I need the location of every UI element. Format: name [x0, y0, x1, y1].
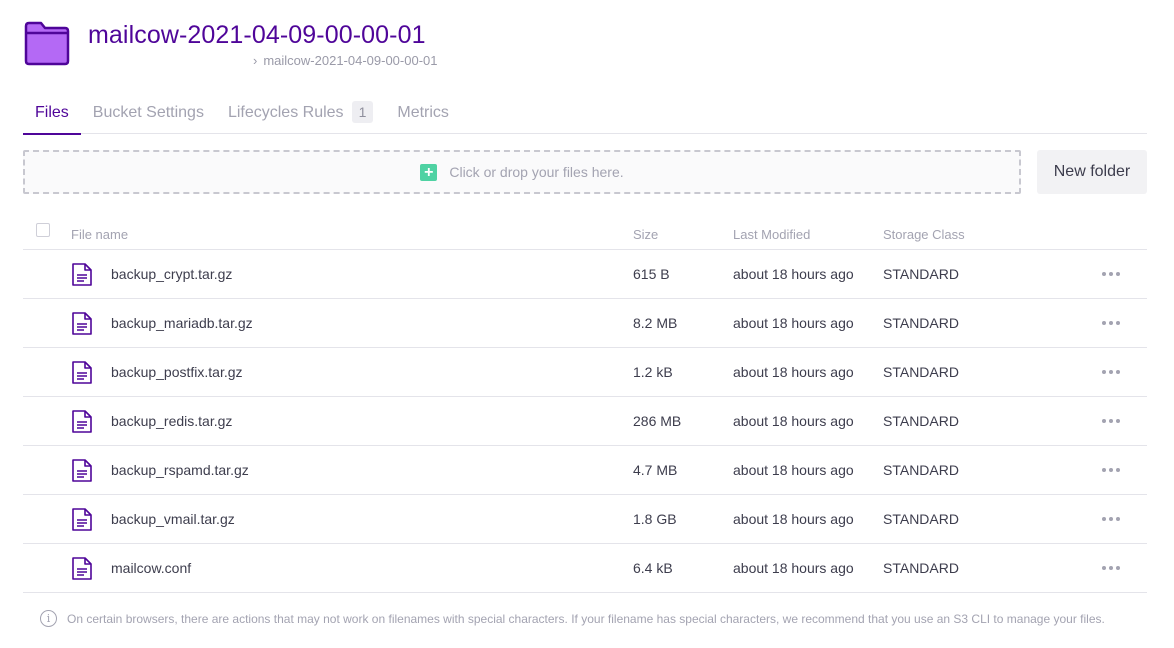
- page-header: mailcow-2021-04-09-00-00-01 › mailcow-202…: [23, 20, 438, 68]
- file-name[interactable]: backup_redis.tar.gz: [111, 413, 232, 429]
- tab-metrics[interactable]: Metrics: [385, 98, 461, 134]
- select-all-checkbox[interactable]: [36, 223, 50, 237]
- breadcrumb-separator: ›: [253, 53, 258, 68]
- file-icon: [71, 409, 93, 434]
- file-icon: [71, 360, 93, 385]
- file-storage-class: STANDARD: [883, 511, 959, 527]
- file-icon: [71, 507, 93, 532]
- page-title: mailcow-2021-04-09-00-00-01: [88, 21, 426, 49]
- more-actions-icon[interactable]: [1102, 462, 1120, 478]
- more-actions-icon[interactable]: [1102, 560, 1120, 576]
- file-name[interactable]: backup_postfix.tar.gz: [111, 364, 243, 380]
- tab-lifecycles-rules[interactable]: Lifecycles Rules 1: [216, 98, 385, 134]
- file-size: 6.4 kB: [633, 560, 673, 576]
- file-name[interactable]: backup_rspamd.tar.gz: [111, 462, 249, 478]
- file-storage-class: STANDARD: [883, 364, 959, 380]
- file-storage-class: STANDARD: [883, 315, 959, 331]
- file-last-modified: about 18 hours ago: [733, 364, 854, 380]
- tab-label: Lifecycles Rules: [227, 104, 344, 121]
- file-last-modified: about 18 hours ago: [733, 315, 854, 331]
- breadcrumb-item[interactable]: mailcow-2021-04-09-00-00-01: [263, 53, 437, 68]
- more-actions-icon[interactable]: [1102, 315, 1120, 331]
- table-row[interactable]: mailcow.conf 6.4 kB about 18 hours ago STAN…: [23, 544, 1147, 593]
- tab-label: Files: [35, 104, 69, 121]
- column-header-size[interactable]: Size: [633, 227, 658, 242]
- table-row[interactable]: backup_vmail.tar.gz 1.8 GB about 18 hours …: [23, 495, 1147, 544]
- more-actions-icon[interactable]: [1102, 266, 1120, 282]
- file-size: 1.8 GB: [633, 511, 677, 527]
- file-last-modified: about 18 hours ago: [733, 266, 854, 282]
- column-header-file-name[interactable]: File name: [71, 227, 128, 242]
- file-storage-class: STANDARD: [883, 413, 959, 429]
- file-name[interactable]: backup_vmail.tar.gz: [111, 511, 235, 527]
- table-row[interactable]: backup_postfix.tar.gz 1.2 kB about 18 hour…: [23, 348, 1147, 397]
- footer-note-text: On certain browsers, there are actions t…: [67, 611, 1105, 626]
- file-table: File name Size Last Modified Storage Cla…: [23, 218, 1147, 593]
- info-icon: i: [40, 610, 57, 627]
- file-last-modified: about 18 hours ago: [733, 462, 854, 478]
- file-storage-class: STANDARD: [883, 462, 959, 478]
- upload-prompt: Click or drop your files here.: [449, 164, 624, 180]
- table-body: backup_crypt.tar.gz 615 B about 18 hours a…: [23, 250, 1147, 593]
- column-header-storage-class[interactable]: Storage Class: [883, 227, 965, 242]
- folder-icon: [24, 21, 70, 66]
- file-name[interactable]: mailcow.conf: [111, 560, 191, 576]
- table-row[interactable]: backup_redis.tar.gz 286 MB about 18 hours …: [23, 397, 1147, 446]
- file-last-modified: about 18 hours ago: [733, 511, 854, 527]
- file-icon: [71, 556, 93, 581]
- file-size: 1.2 kB: [633, 364, 673, 380]
- plus-icon: +: [420, 163, 438, 181]
- more-actions-icon[interactable]: [1102, 413, 1120, 429]
- file-last-modified: about 18 hours ago: [733, 560, 854, 576]
- more-actions-icon[interactable]: [1102, 511, 1120, 527]
- count-badge: 1: [351, 101, 374, 123]
- table-row[interactable]: backup_crypt.tar.gz 615 B about 18 hours a…: [23, 250, 1147, 299]
- file-name[interactable]: backup_crypt.tar.gz: [111, 266, 232, 282]
- column-header-last-modified[interactable]: Last Modified: [733, 227, 810, 242]
- more-actions-icon[interactable]: [1102, 364, 1120, 380]
- tab-label: Bucket Settings: [92, 104, 204, 121]
- table-row[interactable]: backup_rspamd.tar.gz 4.7 MB about 18 hours…: [23, 446, 1147, 495]
- file-last-modified: about 18 hours ago: [733, 413, 854, 429]
- upload-dropzone[interactable]: + Click or drop your files here.: [23, 150, 1021, 194]
- file-size: 8.2 MB: [633, 315, 678, 331]
- tab-bar: Files Bucket Settings Lifecycles Rules 1 …: [23, 98, 1147, 135]
- file-name[interactable]: backup_mariadb.tar.gz: [111, 315, 253, 331]
- file-size: 286 MB: [633, 413, 682, 429]
- table-header: File name Size Last Modified Storage Cla…: [23, 218, 1147, 250]
- tab-files[interactable]: Files: [23, 98, 81, 135]
- file-storage-class: STANDARD: [883, 266, 959, 282]
- tab-bucket-settings[interactable]: Bucket Settings: [81, 98, 216, 134]
- table-row[interactable]: backup_mariadb.tar.gz 8.2 MB about 18 hour…: [23, 299, 1147, 348]
- footer-note: i On certain browsers, there are actions…: [40, 610, 1105, 627]
- file-icon: [71, 311, 93, 336]
- file-size: 4.7 MB: [633, 462, 678, 478]
- tab-label: Metrics: [397, 104, 449, 121]
- file-storage-class: STANDARD: [883, 560, 959, 576]
- breadcrumb[interactable]: › mailcow-2021-04-09-00-00-01: [253, 53, 438, 68]
- file-icon: [71, 262, 93, 287]
- file-icon: [71, 458, 93, 483]
- new-folder-button[interactable]: New folder: [1037, 150, 1147, 194]
- file-size: 615 B: [633, 266, 670, 282]
